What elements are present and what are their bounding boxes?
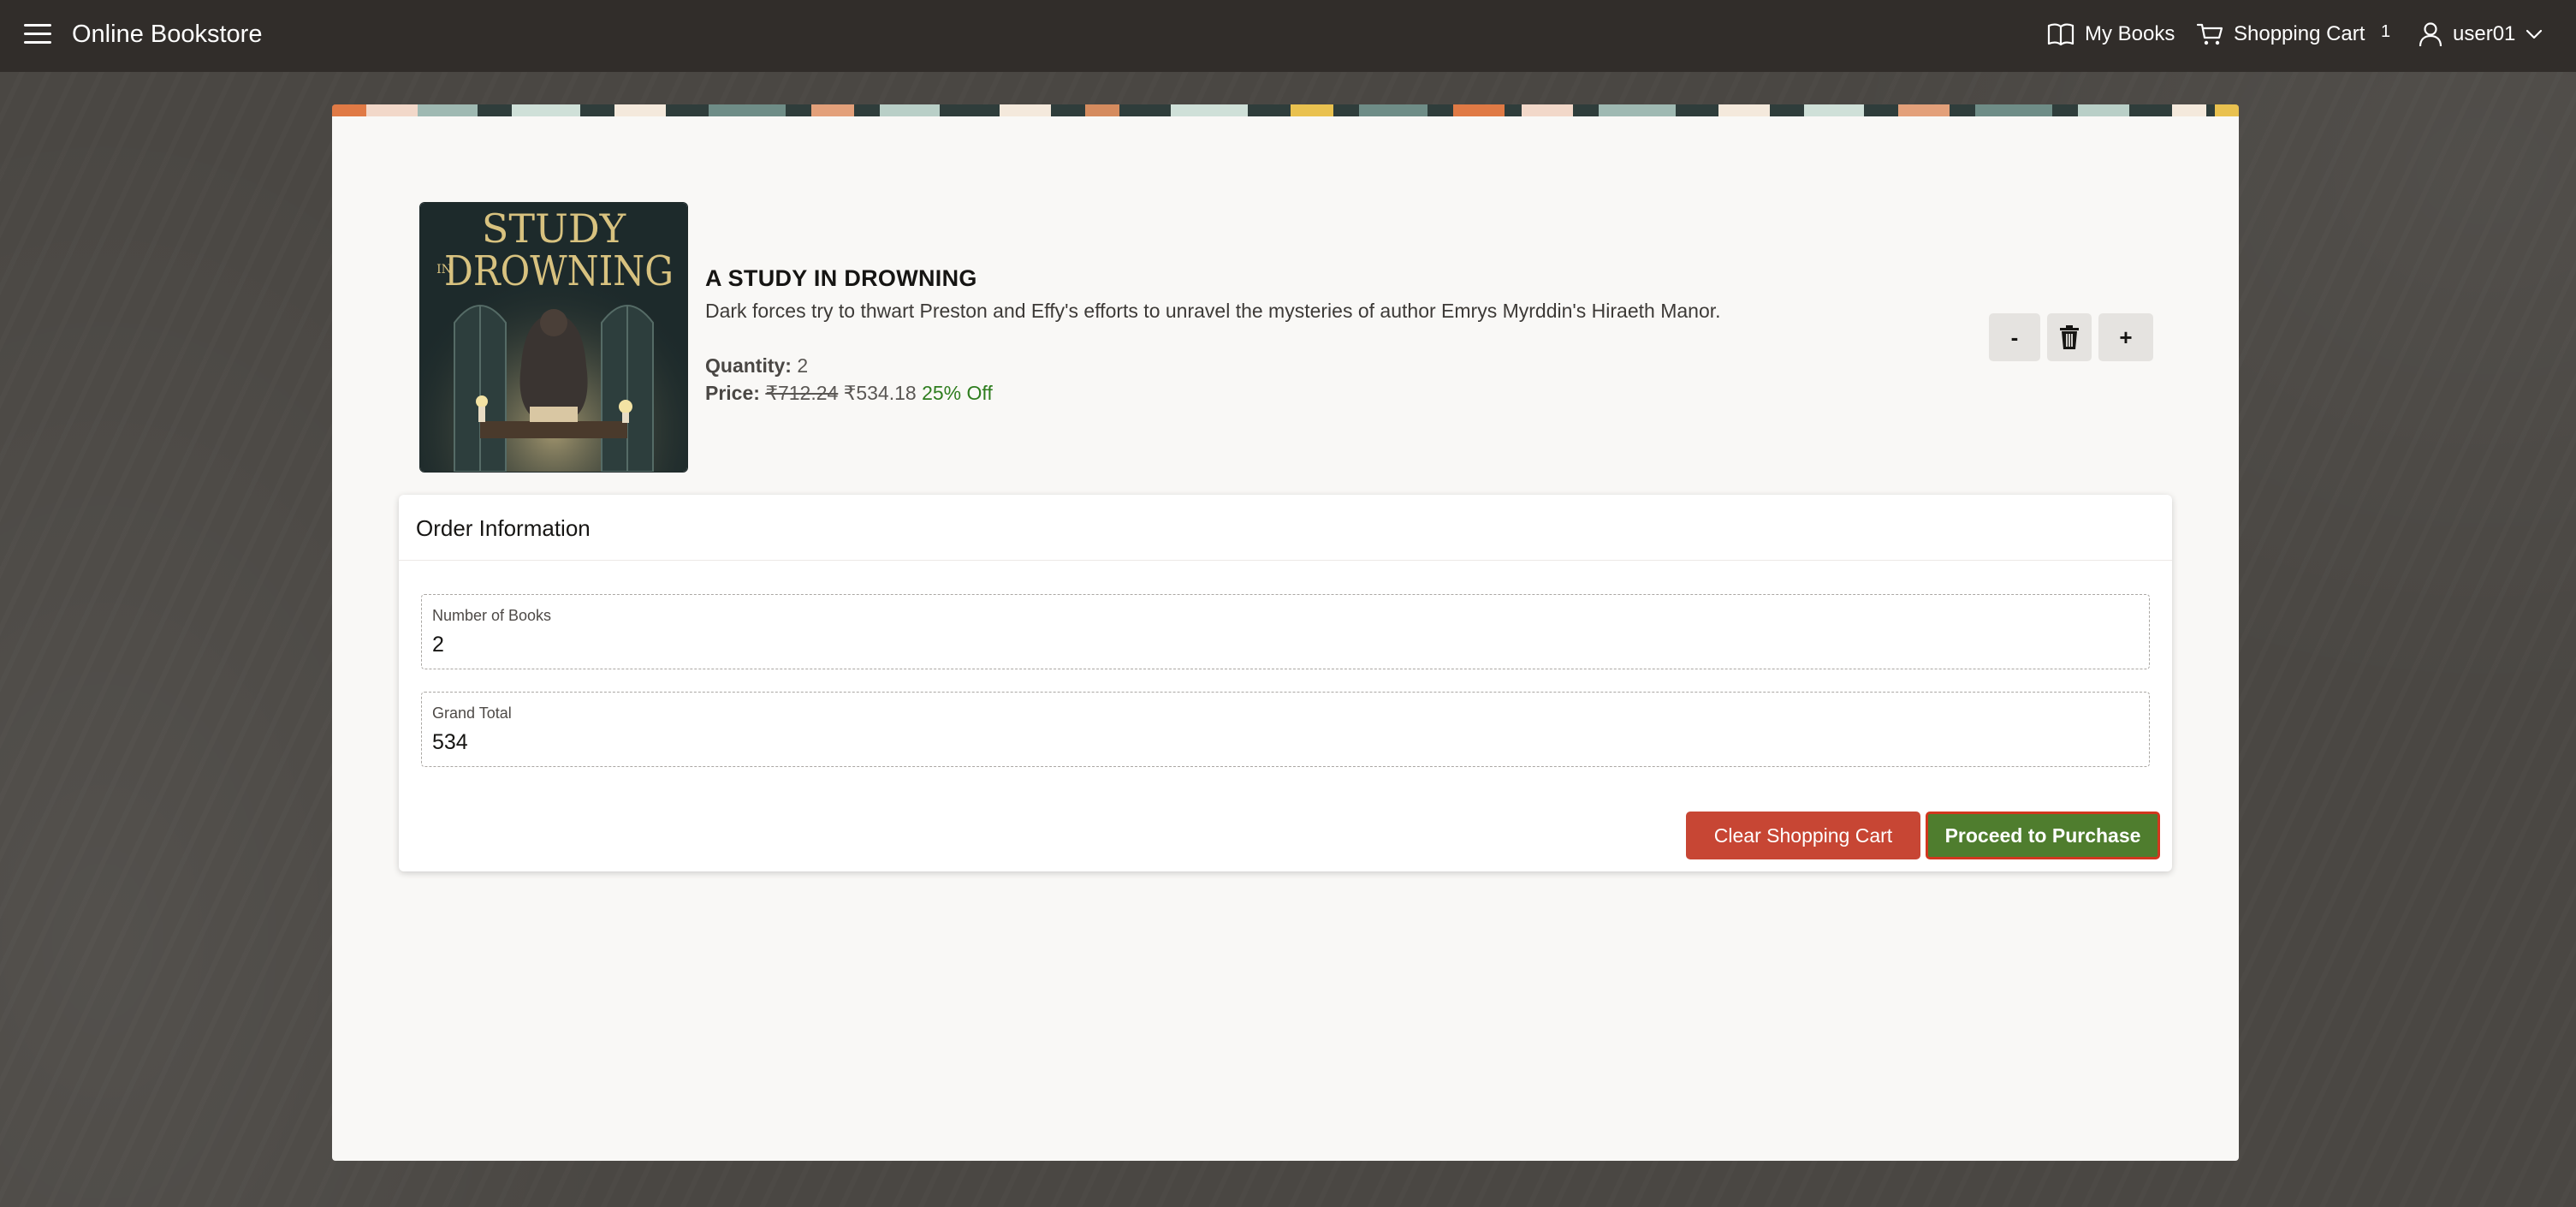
number-of-books-value: 2	[432, 633, 444, 657]
chevron-down-icon	[2526, 29, 2543, 39]
original-price: ₹712.24	[765, 382, 839, 404]
number-of-books-label: Number of Books	[432, 607, 552, 624]
remove-item-button[interactable]	[2047, 313, 2092, 361]
price-label: Price:	[705, 382, 760, 404]
hamburger-menu-icon[interactable]	[24, 24, 51, 46]
nav-shopping-cart-label: Shopping Cart	[2234, 22, 2365, 45]
grand-total-value: 534	[432, 730, 468, 754]
nav-shopping-cart[interactable]: Shopping Cart	[2196, 17, 2365, 51]
app-title[interactable]: Online Bookstore	[72, 17, 262, 51]
book-cover-image: STUDY IN DROWNING	[419, 202, 688, 473]
user-icon	[2419, 22, 2442, 47]
open-book-icon	[2047, 23, 2074, 46]
nav-my-books[interactable]: My Books	[2047, 17, 2175, 51]
order-information-title: Order Information	[416, 515, 591, 541]
sale-price: ₹534.18	[843, 382, 917, 404]
trash-icon	[2060, 325, 2079, 349]
app-header: Online Bookstore My Books Shopping Cart …	[0, 0, 2576, 72]
clear-shopping-cart-button[interactable]: Clear Shopping Cart	[1686, 812, 1920, 859]
quantity-value: 2	[797, 354, 809, 377]
user-menu[interactable]: user01	[2419, 17, 2543, 51]
discount-label: 25% Off	[922, 382, 993, 404]
user-name-label: user01	[2453, 22, 2516, 45]
book-description: Dark forces try to thwart Preston and Ef…	[705, 300, 1721, 322]
decorative-banner	[332, 104, 2239, 116]
proceed-to-purchase-button[interactable]: Proceed to Purchase	[1926, 812, 2160, 859]
book-title: A STUDY IN DROWNING	[705, 265, 977, 291]
nav-my-books-label: My Books	[2085, 22, 2175, 45]
number-of-books-field[interactable]: Number of Books 2	[421, 594, 2150, 669]
decrease-quantity-button[interactable]: -	[1989, 313, 2040, 361]
book-quantity: Quantity: 2	[705, 354, 808, 378]
cover-title-line1: STUDY	[482, 205, 626, 252]
book-price: Price: ₹712.24 ₹534.18 25% Off	[705, 382, 993, 405]
cover-title-line2: DROWNING	[444, 247, 674, 295]
quantity-label: Quantity:	[705, 354, 792, 377]
order-information-divider	[399, 560, 2172, 561]
cart-count-badge: 1	[2381, 22, 2391, 41]
grand-total-label: Grand Total	[432, 705, 512, 722]
increase-quantity-button[interactable]: +	[2098, 313, 2153, 361]
shopping-cart-icon	[2196, 23, 2223, 45]
order-information-panel: Order Information Number of Books 2 Gran…	[399, 495, 2172, 871]
grand-total-field[interactable]: Grand Total 534	[421, 692, 2150, 767]
